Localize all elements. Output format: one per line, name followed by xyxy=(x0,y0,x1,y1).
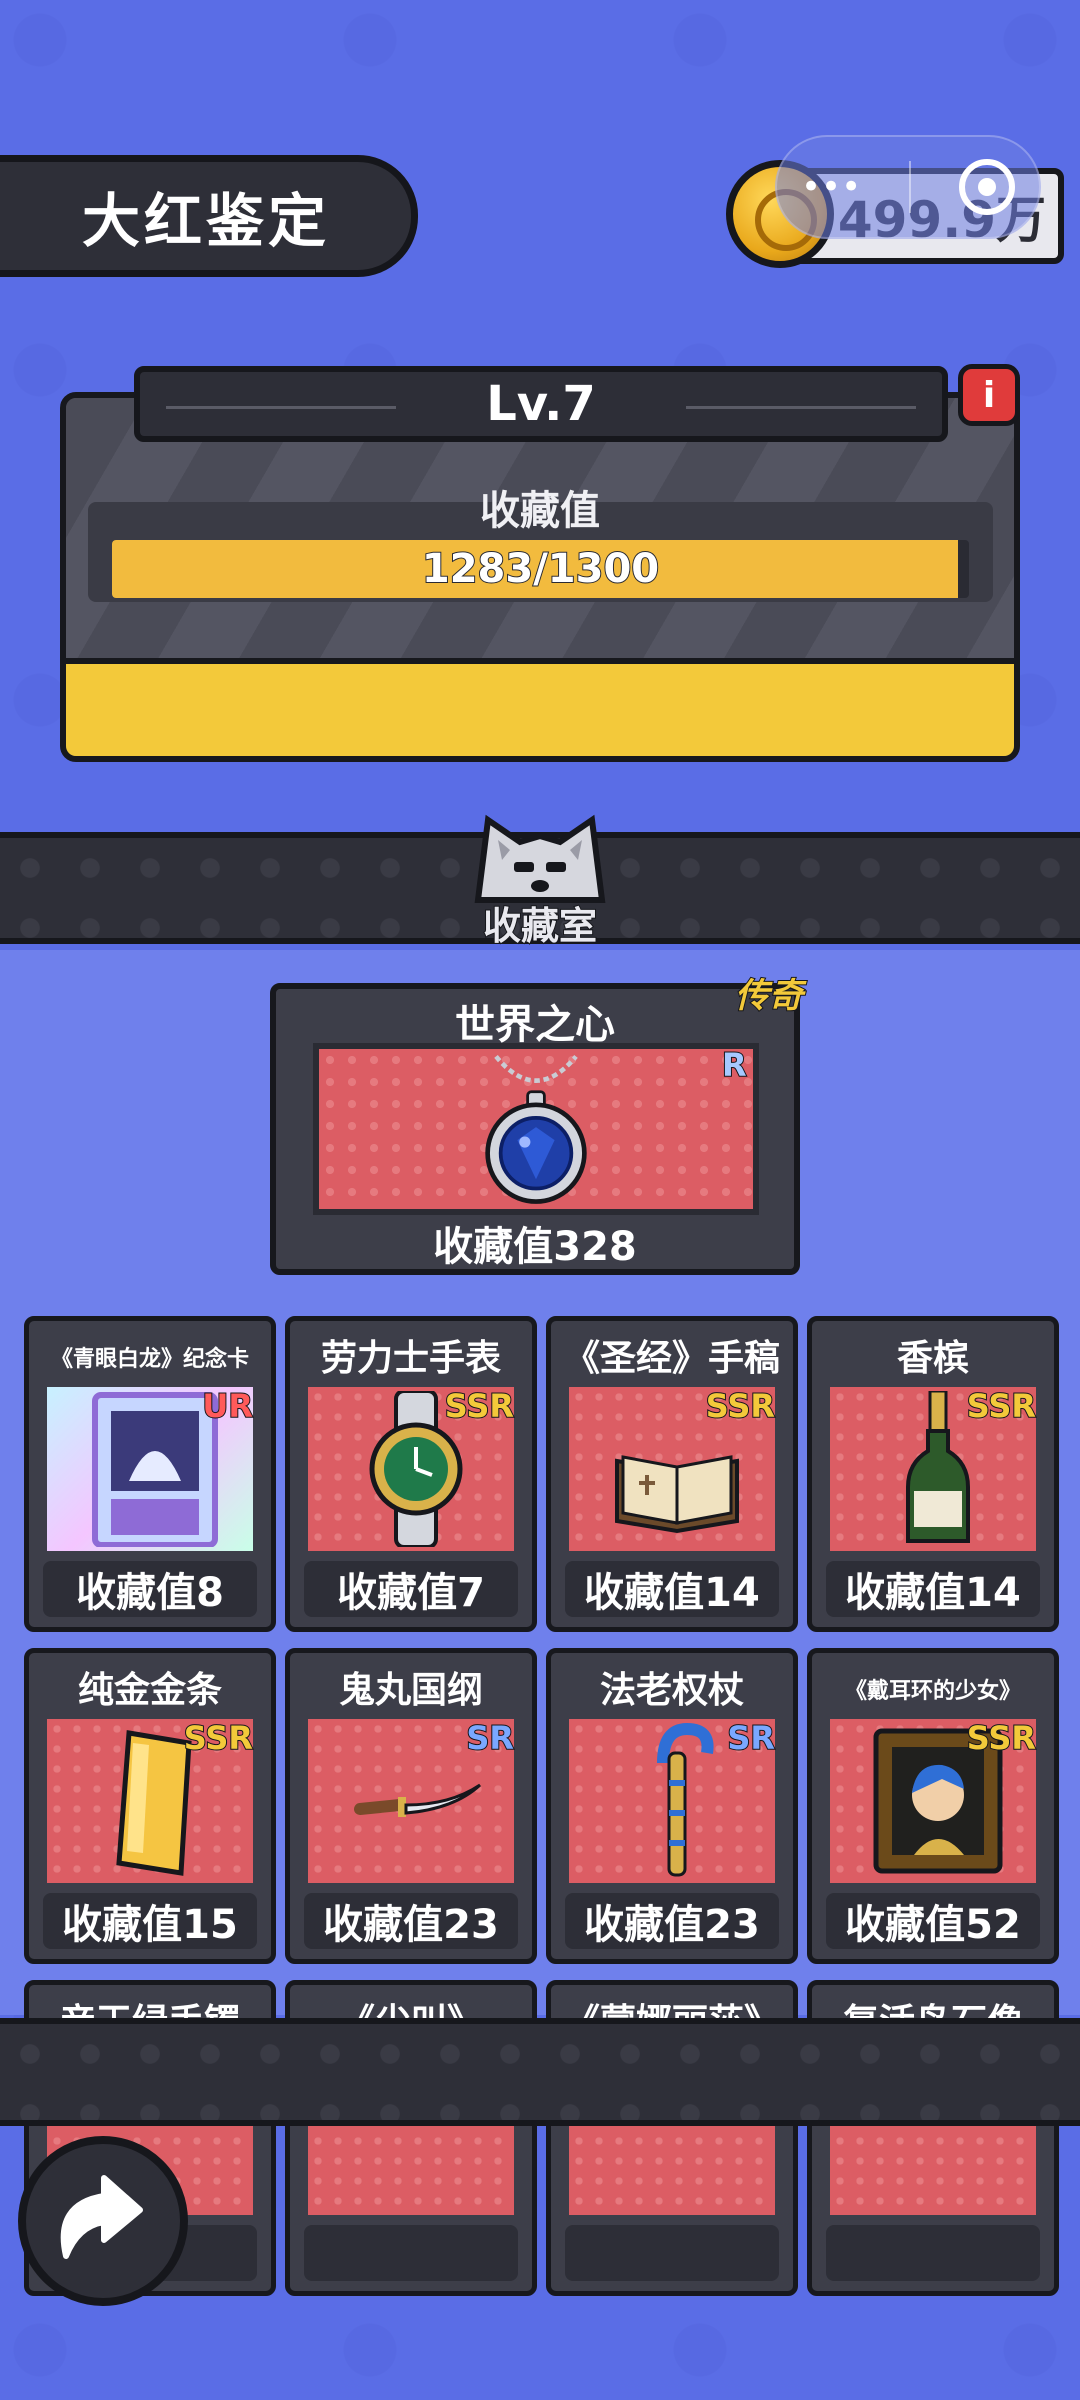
progress-text: 1283/1300 xyxy=(421,545,660,593)
item-value: 收藏值14 xyxy=(826,1561,1040,1617)
item-card[interactable]: 劳力士手表 SSR 收藏值7 xyxy=(285,1316,537,1632)
sword-icon xyxy=(354,1783,482,1817)
featured-rarity-tag: 传奇 xyxy=(734,975,804,1017)
item-value: 收藏值15 xyxy=(43,1893,257,1949)
item-name: 香槟 xyxy=(896,1338,969,1379)
featured-grade-badge: R xyxy=(721,1045,748,1085)
item-value: 收藏值23 xyxy=(304,1893,518,1949)
item-value: 收藏值23 xyxy=(565,1893,779,1949)
item-card[interactable]: 《圣经》手稿 SSR 收藏值14 xyxy=(546,1316,798,1632)
panel-yellow-footer xyxy=(66,658,1014,756)
more-icon[interactable]: ••• xyxy=(801,167,861,207)
item-name: 《圣经》手稿 xyxy=(563,1338,780,1379)
item-name: 法老权杖 xyxy=(599,1670,744,1711)
item-value: 收藏值7 xyxy=(304,1561,518,1617)
grade-badge: SR xyxy=(465,1718,515,1758)
grade-badge: SSR xyxy=(966,1386,1037,1426)
item-card[interactable]: 《青眼白龙》纪念卡 UR 收藏值8 xyxy=(24,1316,276,1632)
item-name: 劳力士手表 xyxy=(320,1338,501,1379)
collection-value-label: 收藏值 xyxy=(480,488,600,534)
item-value xyxy=(304,2225,518,2281)
bottom-banner xyxy=(0,2018,1080,2126)
item-value: 收藏值8 xyxy=(43,1561,257,1617)
item-name: 纯金金条 xyxy=(77,1670,222,1711)
grade-badge: SR xyxy=(726,1718,776,1758)
grade-badge: UR xyxy=(201,1386,254,1426)
item-card[interactable]: 香槟 SSR 收藏值14 xyxy=(807,1316,1059,1632)
scepter-icon xyxy=(657,1723,714,1877)
item-card[interactable]: 鬼丸国纲 SR 收藏值23 xyxy=(285,1648,537,1964)
wolf-mascot-icon xyxy=(474,814,606,903)
item-name: 《戴耳环的少女》 xyxy=(844,1679,1021,1704)
featured-item-value: 收藏值328 xyxy=(433,1224,637,1270)
info-icon: i xyxy=(982,374,996,416)
item-card[interactable]: 《戴耳环的少女》 SSR 收藏值52 xyxy=(807,1648,1059,1964)
item-card[interactable]: 法老权杖 SR 收藏值23 xyxy=(546,1648,798,1964)
header-line-right xyxy=(686,406,916,409)
featured-item-name: 世界之心 xyxy=(455,1002,615,1048)
item-name: 《青眼白龙》纪念卡 xyxy=(50,1347,249,1372)
item-value xyxy=(826,2225,1040,2281)
card-icon xyxy=(92,1392,218,1547)
collection-room-label: 收藏室 xyxy=(482,903,598,949)
grade-badge: SSR xyxy=(183,1718,254,1758)
necklace-icon xyxy=(485,1054,587,1204)
return-arrow-icon xyxy=(60,2175,143,2259)
item-value: 收藏值14 xyxy=(565,1561,779,1617)
grade-badge: SSR xyxy=(966,1718,1037,1758)
featured-item-image xyxy=(313,1043,759,1215)
grade-badge: SSR xyxy=(705,1386,776,1426)
header-line-left xyxy=(166,406,396,409)
back-button[interactable] xyxy=(18,2136,188,2306)
item-name: 鬼丸国纲 xyxy=(338,1670,483,1711)
mini-program-capsule[interactable]: ••• xyxy=(775,135,1041,239)
item-value xyxy=(565,2225,779,2281)
grade-badge: SSR xyxy=(444,1386,515,1426)
close-target-icon[interactable] xyxy=(959,159,1016,215)
page-title-text: 大红鉴定 xyxy=(82,187,331,255)
item-card[interactable]: 纯金金条 SSR 收藏值15 xyxy=(24,1648,276,1964)
item-value: 收藏值52 xyxy=(826,1893,1040,1949)
info-button[interactable]: i xyxy=(958,364,1020,426)
level-header: Lv.7 xyxy=(134,366,948,442)
level-label: Lv.7 xyxy=(486,376,596,432)
capsule-divider xyxy=(909,161,912,213)
page-title: 大红鉴定 xyxy=(0,155,418,277)
